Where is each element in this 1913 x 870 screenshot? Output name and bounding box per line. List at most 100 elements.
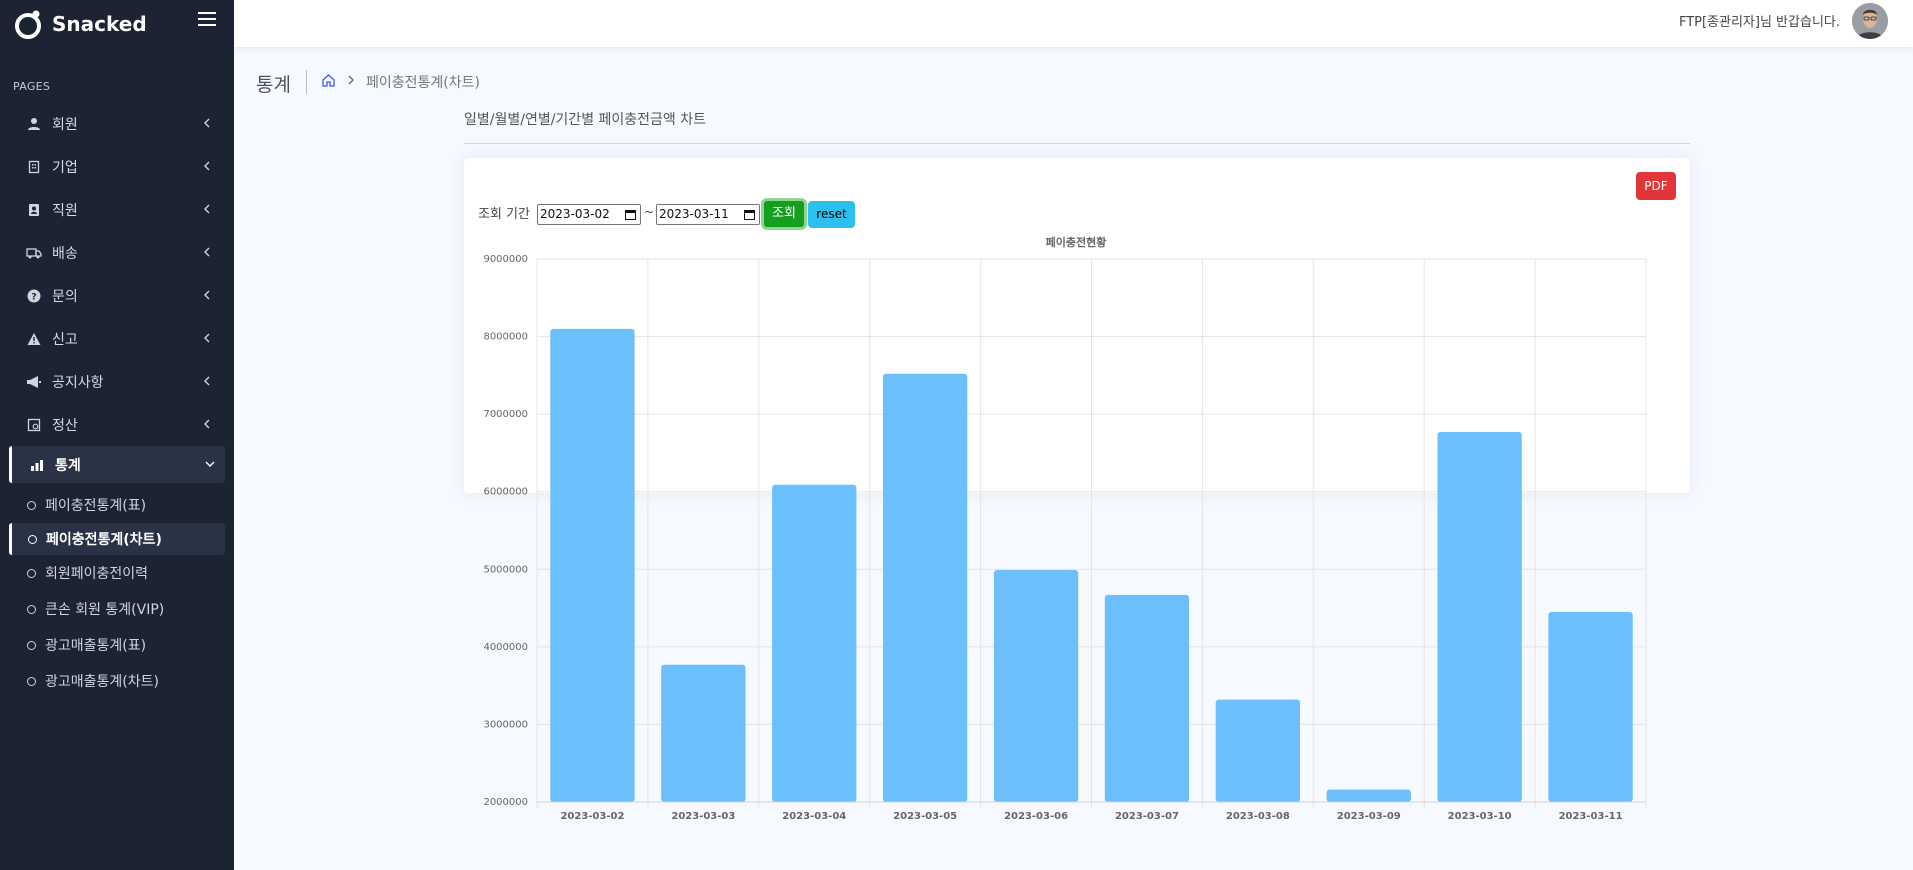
chevron-left-icon bbox=[204, 247, 210, 257]
sidebar-item-label: 기업 bbox=[52, 159, 78, 176]
submenu-item-label: 광고매출통계(차트) bbox=[45, 674, 159, 690]
chart-bar bbox=[1548, 611, 1633, 802]
bar-chart-icon bbox=[29, 457, 45, 473]
title-divider bbox=[306, 70, 307, 94]
sidebar-item-label: 직원 bbox=[52, 202, 78, 219]
submenu-item-label: 큰손 회원 통계(VIP) bbox=[45, 602, 165, 618]
submenu-item-pay-charge-chart[interactable]: 페이충전통계(차트) bbox=[9, 523, 225, 555]
submenu-item-ad-sales-table[interactable]: 광고매출통계(표) bbox=[0, 627, 234, 663]
x-tick-label: 2023-03-06 bbox=[1004, 811, 1068, 822]
x-tick-label: 2023-03-10 bbox=[1448, 811, 1512, 822]
x-tick-label: 2023-03-03 bbox=[671, 811, 735, 822]
submenu-item-pay-charge-table[interactable]: 페이충전통계(표) bbox=[0, 487, 234, 523]
home-icon[interactable] bbox=[321, 73, 336, 88]
end-date-value: 2023-03-11 bbox=[659, 207, 729, 221]
sidebar-item-report[interactable]: 신고 bbox=[0, 317, 234, 360]
start-date-value: 2023-03-02 bbox=[540, 207, 610, 221]
chevron-left-icon bbox=[204, 204, 210, 214]
statistics-submenu: 페이충전통계(표) 페이충전통계(차트) 회원페이충전이력 큰손 회원 통계(V… bbox=[0, 487, 234, 699]
x-tick-label: 2023-03-07 bbox=[1115, 811, 1179, 822]
menu-toggle-icon[interactable] bbox=[198, 12, 216, 28]
sidebar-item-company[interactable]: 기업 bbox=[0, 145, 234, 188]
chevron-left-icon bbox=[204, 419, 210, 429]
sidebar-item-notice[interactable]: 공지사항 bbox=[0, 360, 234, 403]
circle-icon bbox=[27, 676, 36, 686]
pdf-button[interactable]: PDF bbox=[1636, 172, 1676, 200]
greeting-text: FTP[종관리자]님 반갑습니다. bbox=[1678, 15, 1840, 30]
reset-button[interactable]: reset bbox=[808, 201, 855, 228]
pages-section-label: PAGES bbox=[13, 80, 51, 93]
start-date-input[interactable]: 2023-03-02 bbox=[537, 204, 641, 225]
building-icon bbox=[26, 159, 42, 175]
chevron-left-icon bbox=[204, 333, 210, 343]
calendar-icon[interactable] bbox=[744, 209, 755, 220]
sidebar: Snacked PAGES 회원 기업 직원 배송 ? 문의 신고 공지사항 정… bbox=[0, 0, 234, 870]
chevron-right-icon bbox=[348, 75, 354, 85]
sidebar-item-label: 문의 bbox=[52, 288, 78, 305]
submenu-item-label: 광고매출통계(표) bbox=[45, 638, 147, 654]
submenu-item-vip-stats[interactable]: 큰손 회원 통계(VIP) bbox=[0, 591, 234, 627]
sidebar-item-label: 회원 bbox=[52, 116, 78, 133]
sidebar-item-label: 배송 bbox=[52, 245, 78, 262]
submenu-item-ad-sales-chart[interactable]: 광고매출통계(차트) bbox=[0, 663, 234, 699]
question-icon: ? bbox=[26, 288, 42, 304]
calculator-icon bbox=[26, 417, 42, 433]
svg-text:?: ? bbox=[31, 292, 36, 302]
sidebar-item-statistics[interactable]: 통계 bbox=[9, 446, 225, 483]
chart-bar bbox=[772, 484, 857, 802]
x-tick-label: 2023-03-08 bbox=[1226, 811, 1290, 822]
chevron-left-icon bbox=[204, 161, 210, 171]
chart-bar bbox=[661, 664, 746, 802]
submenu-item-label: 회원페이충전이력 bbox=[45, 566, 149, 582]
calendar-icon[interactable] bbox=[625, 209, 636, 220]
circle-icon bbox=[27, 568, 36, 578]
sidebar-item-label: 통계 bbox=[55, 457, 81, 474]
avatar[interactable] bbox=[1852, 3, 1888, 39]
chart-bar bbox=[1104, 594, 1190, 802]
truck-icon bbox=[26, 245, 42, 261]
app-name: Snacked bbox=[52, 12, 147, 36]
chevron-down-icon bbox=[205, 461, 215, 467]
circle-icon bbox=[27, 604, 36, 614]
sidebar-item-member[interactable]: 회원 bbox=[0, 102, 234, 145]
sidebar-item-delivery[interactable]: 배송 bbox=[0, 231, 234, 274]
submenu-item-member-pay-history[interactable]: 회원페이충전이력 bbox=[0, 555, 234, 591]
page-title: 통계 bbox=[256, 74, 291, 96]
y-tick-label: 2000000 bbox=[483, 797, 528, 808]
chevron-left-icon bbox=[204, 376, 210, 386]
x-tick-label: 2023-03-09 bbox=[1337, 811, 1401, 822]
x-tick-label: 2023-03-11 bbox=[1559, 811, 1623, 822]
submenu-item-label: 페이충전통계(차트) bbox=[46, 532, 162, 548]
section-title: 일별/월별/연별/기간별 페이충전금액 차트 bbox=[464, 112, 707, 128]
sidebar-item-label: 정산 bbox=[52, 417, 78, 434]
y-tick-label: 5000000 bbox=[483, 564, 528, 575]
period-label: 조회 기간 bbox=[478, 207, 530, 222]
breadcrumb-current: 페이충전통계(차트) bbox=[366, 75, 480, 91]
circle-icon bbox=[27, 640, 36, 650]
chart-bar bbox=[1215, 699, 1300, 802]
logo-icon bbox=[15, 10, 41, 39]
x-tick-label: 2023-03-02 bbox=[560, 811, 624, 822]
warning-icon bbox=[26, 331, 42, 347]
id-card-icon bbox=[26, 202, 42, 218]
x-tick-label: 2023-03-05 bbox=[893, 811, 957, 822]
sidebar-item-label: 신고 bbox=[52, 331, 78, 348]
chevron-left-icon bbox=[204, 290, 210, 300]
person-icon bbox=[26, 116, 42, 132]
top-header: FTP[종관리자]님 반갑습니다. bbox=[234, 0, 1913, 47]
x-tick-label: 2023-03-04 bbox=[782, 811, 846, 822]
sidebar-item-settlement[interactable]: 정산 bbox=[0, 403, 234, 446]
y-tick-label: 4000000 bbox=[483, 642, 528, 653]
section-divider bbox=[464, 143, 1690, 144]
sidebar-item-label: 공지사항 bbox=[52, 374, 104, 391]
sidebar-item-inquiry[interactable]: ? 문의 bbox=[0, 274, 234, 317]
search-button[interactable]: 조회 bbox=[761, 198, 807, 230]
circle-icon bbox=[27, 500, 36, 510]
y-tick-label: 3000000 bbox=[483, 719, 528, 730]
chevron-left-icon bbox=[204, 118, 210, 128]
megaphone-icon bbox=[26, 374, 42, 390]
end-date-input[interactable]: 2023-03-11 bbox=[656, 204, 760, 225]
sidebar-item-employee[interactable]: 직원 bbox=[0, 188, 234, 231]
chart-bar bbox=[1326, 789, 1411, 802]
circle-icon bbox=[28, 534, 37, 544]
